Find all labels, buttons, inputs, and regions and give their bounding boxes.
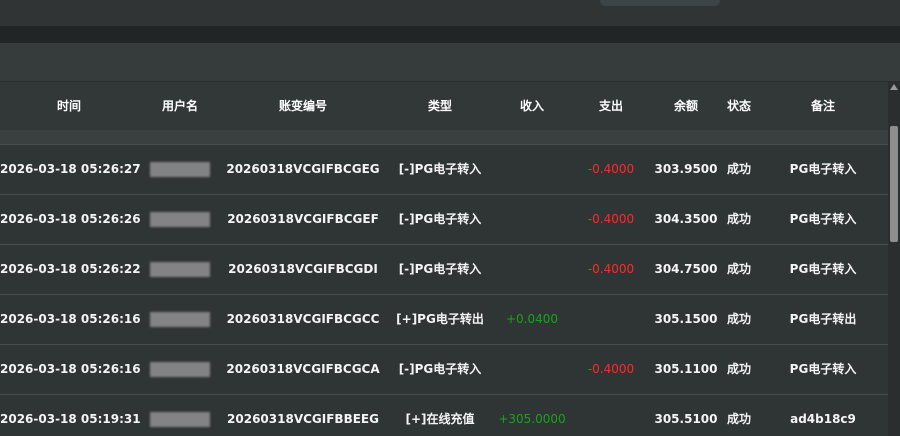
- cell-expense: -0.4000: [587, 362, 635, 376]
- cell-note: PG电子转入: [789, 262, 857, 276]
- cell-status: 成功: [726, 312, 751, 326]
- table-row[interactable]: 2026-03-18 05:26:16 20260318VCGIFBCGCA […: [0, 345, 888, 395]
- cell-expense: [568, 295, 654, 344]
- table-row[interactable]: 2026-03-18 05:26:22 20260318VCGIFBCGDI […: [0, 245, 888, 295]
- cell-balance: 305.5100: [654, 412, 718, 426]
- cell-record-id: 20260318VCGIFBCGDI: [228, 262, 378, 276]
- transactions-table: 时间 用户名 账变编号 类型 收入 支出 余额 状态 备注 2026-03-18…: [0, 82, 888, 436]
- cell-time: 2026-03-18 05:26:22: [0, 262, 141, 276]
- cell-record-id: 20260318VCGIFBCGEF: [227, 212, 379, 226]
- header-expense[interactable]: 支出: [568, 82, 654, 130]
- cell-balance: 304.7500: [654, 262, 718, 276]
- cell-income: [496, 195, 568, 244]
- cell-record-id: 20260318VCGIFBCGCA: [226, 362, 380, 376]
- header-status[interactable]: 状态: [718, 82, 760, 130]
- cell-time: 2026-03-18 05:19:31: [0, 412, 141, 426]
- cell-record-id: 20260318VCGIFBCGCC: [226, 312, 380, 326]
- cell-record-id: 20260318VCGIFBCGEG: [226, 162, 380, 176]
- cell-status: 成功: [726, 262, 751, 276]
- cell-balance: 304.3500: [654, 212, 718, 226]
- cell-type: [+]在线充值: [405, 412, 475, 426]
- cell-type: [+]PG电子转出: [396, 312, 484, 326]
- header-gap: [0, 26, 900, 43]
- vertical-scrollbar[interactable]: [888, 82, 900, 436]
- caret-up-icon[interactable]: [890, 84, 898, 90]
- cell-income: +305.0000: [498, 412, 566, 426]
- cell-record-id: 20260318VCGIFBBEEG: [227, 412, 379, 426]
- header-username[interactable]: 用户名: [138, 82, 222, 130]
- table-row[interactable]: 2026-03-18 05:26:27 20260318VCGIFBCGEG […: [0, 145, 888, 195]
- username-redacted: [150, 162, 210, 177]
- cell-balance: 305.1500: [654, 312, 718, 326]
- username-redacted: [150, 312, 210, 327]
- cell-balance: 303.9500: [654, 162, 718, 176]
- cell-income: [496, 145, 568, 194]
- cell-type: [-]PG电子转入: [398, 212, 482, 226]
- cell-income: +0.0400: [505, 312, 559, 326]
- cell-expense: -0.4000: [587, 162, 635, 176]
- cell-status: 成功: [726, 362, 751, 376]
- username-redacted: [150, 212, 210, 227]
- header-type[interactable]: 类型: [384, 82, 496, 130]
- cell-time: 2026-03-18 05:26:27: [0, 162, 141, 176]
- username-redacted: [150, 362, 210, 377]
- cell-note: PG电子转入: [789, 212, 857, 226]
- table-row[interactable]: 2026-03-18 05:26:16 20260318VCGIFBCGCC […: [0, 295, 888, 345]
- username-redacted: [150, 262, 210, 277]
- top-bar: [0, 0, 900, 26]
- username-redacted: [150, 412, 210, 427]
- toolbar: [0, 43, 900, 82]
- cell-balance: 305.1100: [654, 362, 718, 376]
- header-income[interactable]: 收入: [496, 82, 568, 130]
- cell-type: [-]PG电子转入: [398, 162, 482, 176]
- cell-type: [-]PG电子转入: [398, 362, 482, 376]
- scrollbar-thumb[interactable]: [890, 126, 898, 242]
- header-time[interactable]: 时间: [0, 82, 138, 130]
- cell-expense: [568, 395, 654, 436]
- cell-status: 成功: [726, 212, 751, 226]
- cell-status: 成功: [726, 162, 751, 176]
- partial-row: [0, 130, 888, 145]
- table-header: 时间 用户名 账变编号 类型 收入 支出 余额 状态 备注: [0, 82, 888, 130]
- cell-status: 成功: [726, 412, 751, 426]
- header-record-id[interactable]: 账变编号: [222, 82, 384, 130]
- table-row[interactable]: 2026-03-18 05:26:26 20260318VCGIFBCGEF […: [0, 195, 888, 245]
- cell-type: [-]PG电子转入: [398, 262, 482, 276]
- cell-note: PG电子转出: [789, 312, 857, 326]
- cell-note: ad4b18c9: [790, 412, 856, 426]
- header-balance[interactable]: 余额: [654, 82, 718, 130]
- cell-time: 2026-03-18 05:26:16: [0, 362, 141, 376]
- cell-time: 2026-03-18 05:26:16: [0, 312, 141, 326]
- header-note[interactable]: 备注: [760, 82, 886, 130]
- table-row[interactable]: 2026-03-18 05:19:31 20260318VCGIFBBEEG […: [0, 395, 888, 436]
- cell-income: [496, 245, 568, 294]
- cell-note: PG电子转入: [789, 362, 857, 376]
- cell-income: [496, 345, 568, 394]
- cell-note: PG电子转入: [789, 162, 857, 176]
- cell-expense: -0.4000: [587, 212, 635, 226]
- cell-time: 2026-03-18 05:26:26: [0, 212, 141, 226]
- cell-expense: -0.4000: [587, 262, 635, 276]
- top-glow: [600, 0, 720, 6]
